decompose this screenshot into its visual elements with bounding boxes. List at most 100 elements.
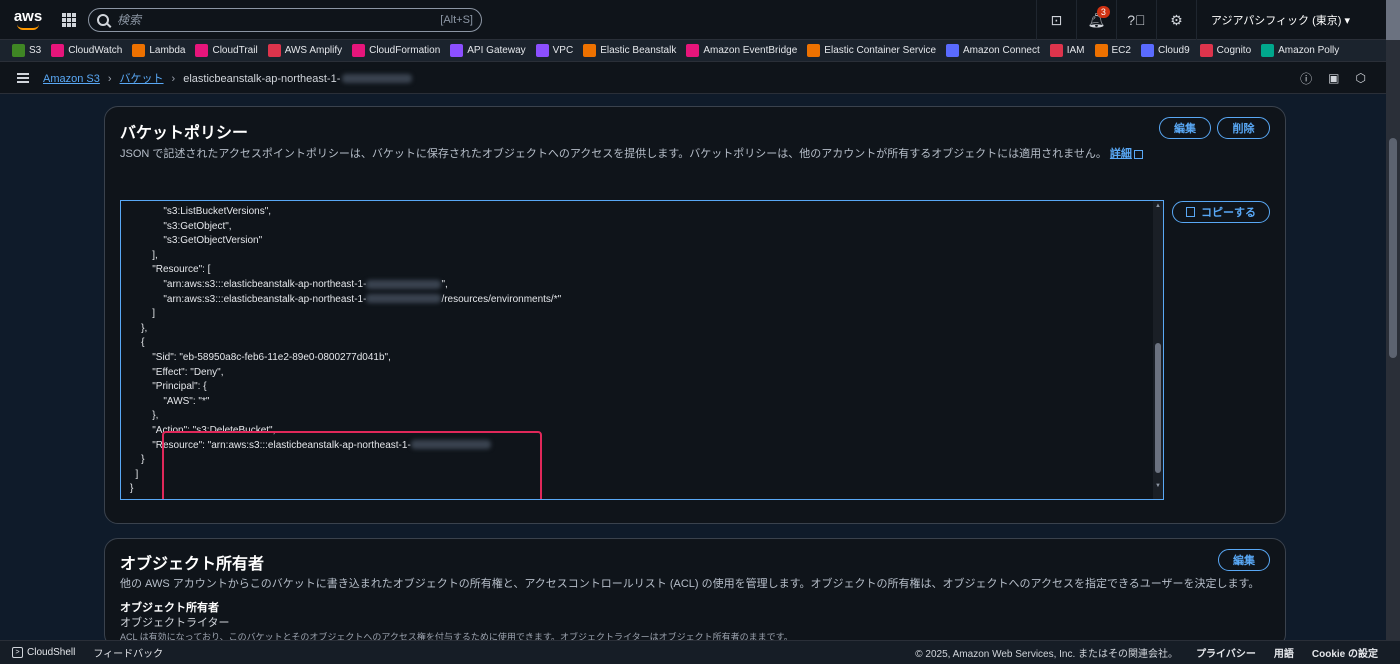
code-line: "AWS": "*"	[130, 395, 210, 407]
scroll-up-arrow[interactable]	[1386, 0, 1400, 40]
bucket-policy-panel: バケットポリシー JSON で記述されたアクセスポイントポリシーは、バケットに保…	[104, 106, 1286, 524]
cloudshell-button[interactable]: > CloudShell	[12, 647, 75, 658]
service-icon	[450, 44, 464, 57]
favorite-label: EC2	[1111, 45, 1131, 56]
copyright: © 2025, Amazon Web Services, Inc. またはその関…	[915, 649, 1179, 660]
settings-hex-icon[interactable]: ⬡	[1356, 71, 1366, 85]
feedback-link[interactable]: フィードバック	[93, 645, 163, 660]
menu-icon[interactable]	[17, 72, 29, 83]
breadcrumb-bar: Amazon S3 › バケット › elasticbeanstalk-ap-north…	[0, 62, 1386, 94]
service-icon	[51, 44, 65, 57]
cookie-settings-link[interactable]: Cookie の設定	[1312, 645, 1378, 660]
service-icon	[1094, 44, 1108, 57]
breadcrumb-current: elasticbeanstalk-ap-northeast-1-	[183, 72, 341, 85]
code-line: "arn:aws:s3:::elasticbeanstalk-ap-northe…	[130, 293, 562, 305]
favorite-cognito[interactable]: Cognito	[1199, 44, 1251, 57]
service-icon	[195, 44, 209, 57]
breadcrumb: Amazon S3 › バケット › elasticbeanstalk-ap-north…	[43, 70, 413, 86]
code-line: ],	[130, 249, 158, 261]
edit-ownership-button[interactable]: 編集	[1218, 549, 1270, 571]
favorite-label: Elastic Container Service	[824, 45, 937, 56]
copy-button[interactable]: コピーする	[1172, 201, 1270, 223]
search-icon	[97, 13, 109, 26]
service-icon	[1140, 44, 1154, 57]
favorite-lambda[interactable]: Lambda	[132, 44, 185, 57]
favorite-label: Amazon EventBridge	[703, 45, 798, 56]
terms-link[interactable]: 用語	[1274, 645, 1294, 660]
details-link[interactable]: 詳細	[1110, 148, 1132, 160]
cloudshell-label: CloudShell	[27, 647, 76, 658]
code-line: "arn:aws:s3:::elasticbeanstalk-ap-northe…	[130, 278, 448, 290]
code-scrollbar[interactable]: ▲ ▼	[1153, 201, 1163, 499]
delete-policy-button[interactable]: 削除	[1217, 117, 1270, 139]
service-icon	[352, 44, 366, 57]
service-icon	[12, 44, 25, 57]
favorite-label: S3	[29, 45, 42, 56]
favorite-ec2[interactable]: EC2	[1094, 44, 1131, 57]
policy-code-editor[interactable]: "s3:ListBucketVersions", "s3:GetObject",…	[120, 200, 1164, 500]
cloudshell-icon[interactable]: ⊡	[1035, 0, 1076, 40]
favorite-cloudtrail[interactable]: CloudTrail	[195, 44, 258, 57]
region-selector[interactable]: アジアパシフィック (東京) ▾	[1195, 0, 1350, 40]
code-line: "Resource": [	[130, 264, 211, 276]
favorite-amazon-connect[interactable]: Amazon Connect	[946, 44, 1040, 57]
cloudshell-footer-icon: >	[12, 647, 23, 658]
favorite-aws-amplify[interactable]: AWS Amplify	[267, 44, 342, 57]
aws-logo[interactable]: aws	[10, 7, 46, 30]
notification-badge: 3	[1096, 6, 1110, 18]
favorite-cloudformation[interactable]: CloudFormation	[352, 44, 440, 57]
aws-logo-text: aws	[13, 7, 43, 25]
favorite-label: Cloud9	[1157, 45, 1190, 56]
edit-policy-button[interactable]: 編集	[1159, 117, 1211, 139]
favorite-amazon-eventbridge[interactable]: Amazon EventBridge	[686, 44, 797, 57]
info-icon[interactable]: ⓘ	[1300, 70, 1312, 87]
favorite-elastic-container-service[interactable]: Elastic Container Service	[807, 44, 936, 57]
favorite-label: VPC	[552, 45, 574, 56]
service-icon	[1261, 44, 1275, 57]
object-ownership-description: 他の AWS アカウントからこのバケットに書き込まれたオブジェクトの所有権と、ア…	[120, 578, 1260, 590]
code-line: "Effect": "Deny",	[130, 366, 224, 378]
code-line: "s3:GetObject",	[130, 220, 232, 232]
breadcrumb-buckets[interactable]: バケット	[120, 73, 164, 85]
footer: > CloudShell フィードバック © 2025, Amazon Web …	[0, 640, 1400, 664]
favorite-cloud9[interactable]: Cloud9	[1140, 44, 1190, 57]
favorite-elastic-beanstalk[interactable]: Elastic Beanstalk	[583, 44, 676, 57]
help-icon[interactable]: ?⃝	[1115, 0, 1156, 40]
code-line: {	[130, 337, 145, 349]
service-icon	[1049, 44, 1063, 57]
search-shortcut: [Alt+S]	[440, 13, 473, 26]
ownership-label: オブジェクト所有者	[120, 602, 219, 614]
favorite-s3[interactable]: S3	[12, 44, 41, 57]
favorite-label: Lambda	[149, 45, 186, 56]
favorite-cloudwatch[interactable]: CloudWatch	[51, 44, 122, 57]
services-grid-icon[interactable]	[62, 12, 76, 27]
favorite-label: CloudFormation	[369, 45, 441, 56]
favorite-label: CloudWatch	[68, 45, 123, 56]
search-input[interactable]: 検索 [Alt+S]	[88, 7, 482, 32]
favorite-label: IAM	[1066, 45, 1085, 56]
ownership-value: オブジェクトライター	[120, 617, 230, 629]
favorite-vpc[interactable]: VPC	[535, 44, 574, 57]
gear-icon[interactable]: ⚙	[1155, 0, 1196, 40]
favorites-bar: S3 CloudWatch Lambda CloudTrail AWS Amplify C…	[0, 40, 1386, 62]
favorite-amazon-polly[interactable]: Amazon Polly	[1261, 44, 1339, 57]
favorite-label: Elastic Beanstalk	[600, 45, 677, 56]
highlighted-deny-statement	[162, 431, 542, 499]
search-placeholder: 検索	[117, 13, 142, 27]
panel-icon[interactable]: ▣	[1328, 71, 1339, 85]
favorite-api-gateway[interactable]: API Gateway	[450, 44, 526, 57]
copy-label: コピーする	[1201, 207, 1256, 219]
bucket-policy-title: バケットポリシー	[120, 125, 249, 142]
bucket-policy-description: JSON で記述されたアクセスポイントポリシーは、バケットに保存されたオブジェク…	[120, 145, 1143, 161]
service-icon	[267, 44, 281, 57]
favorite-iam[interactable]: IAM	[1049, 44, 1085, 57]
privacy-link[interactable]: プライバシー	[1196, 645, 1256, 660]
top-navigation: aws 検索 [Alt+S] ⊡ 🔔︎ 3 ?⃝ ⚙ アジアパシフィック (東京)…	[0, 0, 1400, 40]
code-line: },	[130, 322, 148, 334]
service-icon	[686, 44, 700, 57]
bell-icon[interactable]: 🔔︎ 3	[1075, 0, 1116, 40]
page-scrollbar[interactable]	[1386, 40, 1400, 640]
breadcrumb-amazon-s3[interactable]: Amazon S3	[43, 73, 100, 85]
code-line: },	[130, 410, 159, 422]
service-icon	[946, 44, 960, 57]
